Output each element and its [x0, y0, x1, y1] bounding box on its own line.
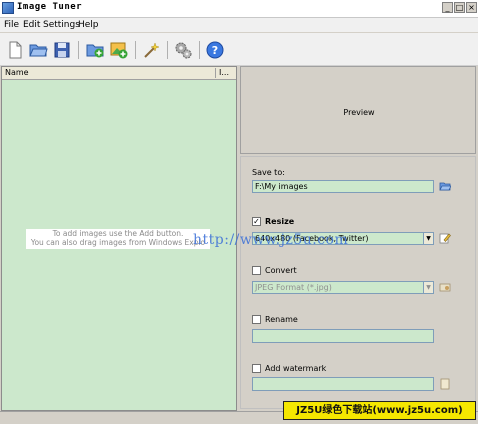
app-icon: [2, 2, 14, 14]
open-folder-icon[interactable]: [28, 40, 48, 60]
drop-hint-line-1: To add images use the Add button.: [52, 229, 184, 238]
new-icon[interactable]: [5, 40, 25, 60]
rename-checkbox[interactable]: [252, 315, 261, 324]
convert-checkbox[interactable]: [252, 266, 261, 275]
rename-label: Rename: [265, 315, 298, 324]
format-settings-icon[interactable]: [439, 281, 451, 293]
convert-dropdown-value: JPEG Format (*.jpg): [255, 283, 332, 292]
watermark-url: http://www.jz5u.com: [193, 232, 349, 248]
resize-checkbox[interactable]: ✓: [252, 217, 261, 226]
resize-label: Resize: [265, 217, 295, 226]
maximize-button[interactable]: □: [454, 2, 465, 13]
title-bar: Image Tuner _ □ ×: [0, 0, 478, 18]
rename-field[interactable]: [252, 329, 434, 343]
menu-settings[interactable]: Settings: [43, 20, 80, 30]
preview-label: Preview: [343, 108, 375, 117]
wand-icon[interactable]: [141, 40, 161, 60]
preview-panel: Preview: [240, 66, 476, 154]
window-title: Image Tuner: [17, 2, 83, 12]
convert-label: Convert: [265, 266, 297, 275]
close-button[interactable]: ×: [466, 2, 477, 13]
convert-dropdown[interactable]: JPEG Format (*.jpg) ▼: [252, 281, 434, 294]
browse-folder-icon[interactable]: [439, 180, 451, 192]
add-folder-icon[interactable]: [85, 40, 105, 60]
save-icon[interactable]: [52, 40, 72, 60]
svg-text:?: ?: [212, 44, 218, 57]
watermark-badge: JZ5U绿色下载站(www.jz5u.com): [283, 401, 476, 420]
toolbar-separator: [135, 41, 136, 59]
watermark-checkbox[interactable]: [252, 364, 261, 373]
column-separator[interactable]: [215, 68, 216, 78]
chevron-down-icon[interactable]: ▼: [423, 233, 433, 244]
column-info[interactable]: I...: [219, 68, 229, 77]
menu-bar: File Edit Settings Help: [0, 18, 478, 32]
menu-help[interactable]: Help: [78, 20, 99, 30]
drop-hint: To add images use the Add button. You ca…: [26, 229, 210, 249]
minimize-button[interactable]: _: [442, 2, 453, 13]
toolbar-separator: [167, 41, 168, 59]
add-image-icon[interactable]: [109, 40, 129, 60]
edit-preset-icon[interactable]: [439, 232, 451, 244]
save-to-field[interactable]: F:\My images: [252, 180, 434, 193]
watermark-label: Add watermark: [265, 364, 327, 373]
toolbar: ?: [0, 33, 478, 66]
file-list-header: Name I...: [2, 67, 236, 80]
settings-gears-icon[interactable]: [173, 40, 193, 60]
drop-hint-line-2: You can also drag images from Windows Ex…: [30, 238, 206, 247]
menu-file[interactable]: File: [4, 20, 19, 30]
toolbar-separator: [78, 41, 79, 59]
watermark-field[interactable]: [252, 377, 434, 391]
help-icon[interactable]: ?: [205, 40, 225, 60]
toolbar-separator: [199, 41, 200, 59]
chevron-down-icon[interactable]: ▼: [423, 282, 433, 293]
column-name[interactable]: Name: [5, 68, 29, 77]
save-to-label: Save to:: [252, 168, 285, 177]
watermark-settings-icon[interactable]: [439, 378, 451, 390]
menu-edit[interactable]: Edit: [23, 20, 40, 30]
